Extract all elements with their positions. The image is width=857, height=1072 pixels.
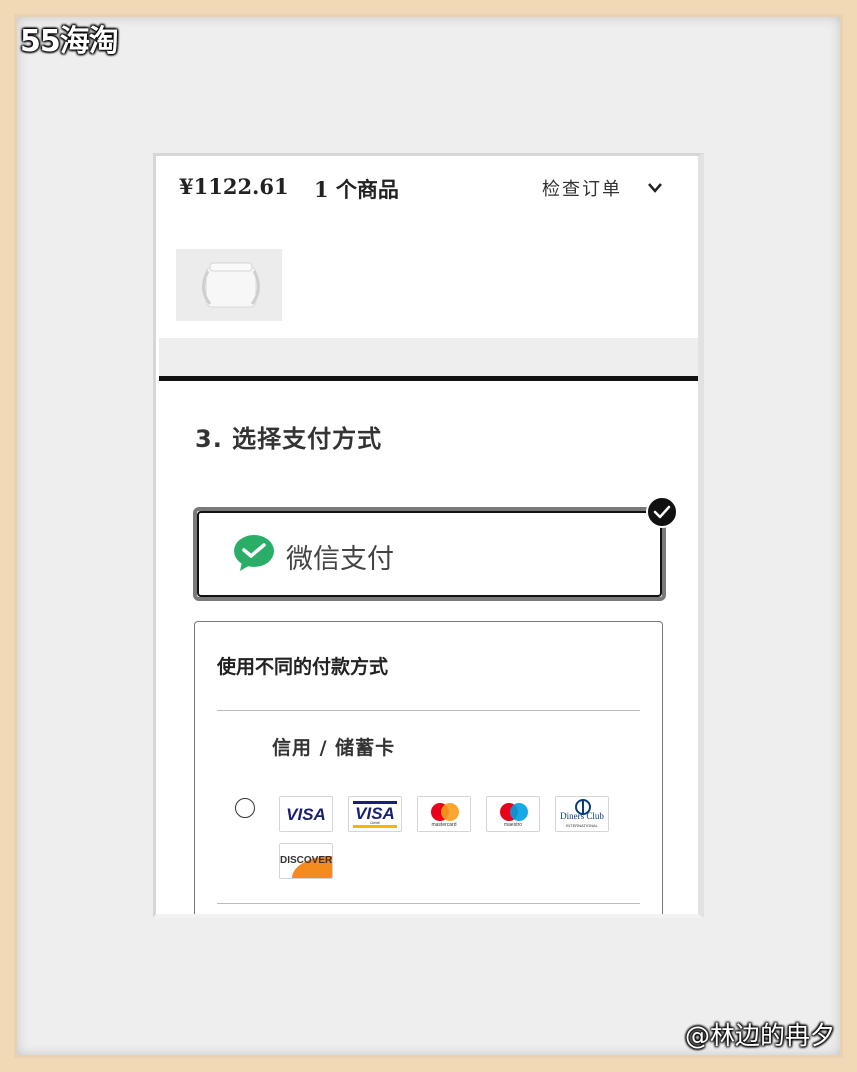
wechat-pay-option[interactable]: 微信支付 (193, 507, 666, 601)
wechat-pay-label: 微信支付 (286, 544, 394, 575)
divider (217, 710, 640, 711)
diners-club-logo: Diners Club INTERNATIONAL (555, 796, 609, 832)
section-divider (159, 376, 698, 381)
visa-debit-logo: VISA Debit (348, 796, 402, 832)
other-payment-methods: 使用不同的付款方式 信用 / 储蓄卡 VISA VISA Debit maste… (194, 621, 663, 914)
order-summary-bar[interactable]: ¥1122.61 1 个商品 检查订单 (156, 156, 698, 216)
wechat-pay-icon (234, 535, 274, 571)
checkout-screen: ¥1122.61 1 个商品 检查订单 3. 选择支付方式 微信支付 使用不同的… (153, 153, 704, 918)
maestro-logo: maestro (486, 796, 540, 832)
discover-logo: DISCOVER (279, 843, 333, 879)
mastercard-logo: mastercard (417, 796, 471, 832)
bag-image (176, 249, 282, 321)
watermark-bottom: @林边的冉夕 (684, 1021, 835, 1050)
card-radio-button[interactable] (235, 798, 255, 818)
item-count: 1 个商品 (314, 177, 399, 202)
chevron-down-icon[interactable] (647, 182, 663, 194)
payment-section-title: 3. 选择支付方式 (195, 425, 383, 453)
visa-logo: VISA (279, 796, 333, 832)
selected-check-icon (646, 496, 678, 528)
section-spacer (159, 338, 698, 376)
order-total: ¥1122.61 (179, 174, 289, 199)
divider (217, 903, 640, 904)
card-option-label: 信用 / 储蓄卡 (272, 737, 396, 759)
review-order-link[interactable]: 检查订单 (542, 175, 622, 201)
other-methods-title: 使用不同的付款方式 (217, 656, 389, 678)
watermark-top: 55海淘 (20, 24, 119, 59)
product-thumbnail[interactable] (176, 249, 282, 321)
